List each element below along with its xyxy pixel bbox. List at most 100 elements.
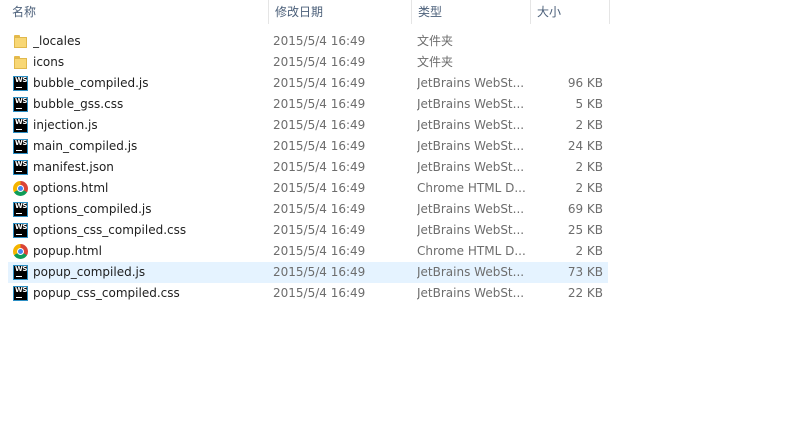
file-icon-cell [13, 31, 29, 52]
file-icon-cell: WS [13, 199, 29, 220]
column-header-size-label: 大小 [537, 5, 562, 19]
file-size: 73 KB [567, 265, 603, 279]
file-name: options_css_compiled.css [33, 223, 187, 237]
file-icon-cell: WS [13, 115, 29, 136]
column-header-date[interactable]: 修改日期 [268, 0, 411, 24]
file-date: 2015/5/4 16:49 [273, 244, 366, 258]
webstorm-icon: WS [13, 97, 28, 112]
webstorm-icon: WS [13, 223, 28, 238]
file-icon-cell: WS [13, 73, 29, 94]
file-row[interactable]: WS manifest.json 2015/5/4 16:49 JetBrains W… [8, 157, 608, 178]
file-date: 2015/5/4 16:49 [273, 97, 366, 111]
webstorm-icon: WS [13, 160, 28, 175]
webstorm-icon: WS [13, 118, 28, 133]
folder-icon [13, 55, 28, 70]
file-icon-cell [13, 52, 29, 73]
column-header-type[interactable]: 类型 [411, 0, 530, 24]
file-type: 文件夹 [417, 34, 454, 48]
file-row[interactable]: icons 2015/5/4 16:49 文件夹 [8, 52, 608, 73]
file-icon-cell: WS [13, 220, 29, 241]
webstorm-icon: WS [13, 286, 28, 301]
file-date: 2015/5/4 16:49 [273, 118, 366, 132]
file-size [533, 31, 603, 52]
file-date: 2015/5/4 16:49 [273, 286, 366, 300]
sort-ascending-icon: ^ [137, 0, 145, 5]
file-row[interactable]: WS bubble_compiled.js 2015/5/4 16:49 JetBra… [8, 73, 608, 94]
file-date: 2015/5/4 16:49 [273, 139, 366, 153]
column-header-size[interactable]: 大小 [530, 0, 610, 24]
file-size: 2 KB [575, 181, 603, 195]
file-date: 2015/5/4 16:49 [273, 265, 366, 279]
file-date: 2015/5/4 16:49 [273, 181, 366, 195]
file-row[interactable]: WS injection.js 2015/5/4 16:49 JetBrains We… [8, 115, 608, 136]
file-type: JetBrains WebSt... [417, 139, 525, 153]
file-name: manifest.json [33, 160, 114, 174]
file-list: _locales 2015/5/4 16:49 文件夹 icons 2015/5/4 1… [8, 31, 608, 304]
webstorm-icon: WS [13, 202, 28, 217]
file-size: 5 KB [575, 97, 603, 111]
folder-icon [13, 34, 28, 49]
file-row[interactable]: WS options_css_compiled.css 2015/5/4 16:49… [8, 220, 608, 241]
file-icon-cell: WS [13, 136, 29, 157]
file-icon-cell: WS [13, 94, 29, 115]
file-type: JetBrains WebSt... [417, 76, 525, 90]
file-type: JetBrains WebSt... [417, 265, 525, 279]
column-header-name[interactable]: 名称 ^ [6, 0, 268, 24]
file-name: popup_compiled.js [33, 265, 146, 279]
file-date: 2015/5/4 16:49 [273, 76, 366, 90]
file-type: JetBrains WebSt... [417, 223, 525, 237]
file-type: Chrome HTML D... [417, 181, 526, 195]
file-name: injection.js [33, 118, 98, 132]
file-name: icons [33, 55, 65, 69]
file-size: 24 KB [567, 139, 603, 153]
file-size: 2 KB [575, 244, 603, 258]
file-size: 69 KB [567, 202, 603, 216]
file-row[interactable]: WS popup_compiled.js 2015/5/4 16:49 JetBrai… [8, 262, 608, 283]
file-name: bubble_gss.css [33, 97, 124, 111]
file-row[interactable]: WS bubble_gss.css 2015/5/4 16:49 JetBrains … [8, 94, 608, 115]
file-icon-cell [13, 241, 29, 262]
file-type: 文件夹 [417, 55, 454, 69]
column-header-type-label: 类型 [418, 5, 443, 19]
file-name: main_compiled.js [33, 139, 138, 153]
file-size [533, 52, 603, 73]
file-date: 2015/5/4 16:49 [273, 202, 366, 216]
file-name: bubble_compiled.js [33, 76, 149, 90]
webstorm-icon: WS [13, 139, 28, 154]
file-row[interactable]: options.html 2015/5/4 16:49 Chrome HTML D.… [8, 178, 608, 199]
file-type: JetBrains WebSt... [417, 286, 525, 300]
file-row[interactable]: popup.html 2015/5/4 16:49 Chrome HTML D...… [8, 241, 608, 262]
webstorm-icon: WS [13, 76, 28, 91]
file-icon-cell [13, 178, 29, 199]
file-name: options_compiled.js [33, 202, 152, 216]
chrome-icon [13, 181, 28, 196]
file-size: 22 KB [567, 286, 603, 300]
file-type: JetBrains WebSt... [417, 118, 525, 132]
file-size: 2 KB [575, 118, 603, 132]
chrome-icon [13, 244, 28, 259]
file-type: JetBrains WebSt... [417, 97, 525, 111]
file-date: 2015/5/4 16:49 [273, 223, 366, 237]
file-type: Chrome HTML D... [417, 244, 526, 258]
file-icon-cell: WS [13, 262, 29, 283]
column-header-bar: 名称 ^ 修改日期 类型 大小 [0, 0, 612, 24]
file-size: 25 KB [567, 223, 603, 237]
column-header-date-label: 修改日期 [275, 5, 324, 19]
file-date: 2015/5/4 16:49 [273, 55, 366, 69]
file-name: popup.html [33, 244, 102, 258]
file-list-view: 名称 ^ 修改日期 类型 大小 _locales 2015/5/4 16:49 文件… [0, 0, 793, 427]
column-header-name-label: 名称 [12, 5, 37, 19]
file-size: 96 KB [567, 76, 603, 90]
file-name: popup_css_compiled.css [33, 286, 180, 300]
file-size: 2 KB [575, 160, 603, 174]
file-icon-cell: WS [13, 283, 29, 304]
file-row[interactable]: _locales 2015/5/4 16:49 文件夹 [8, 31, 608, 52]
file-date: 2015/5/4 16:49 [273, 34, 366, 48]
file-type: JetBrains WebSt... [417, 160, 525, 174]
file-type: JetBrains WebSt... [417, 202, 525, 216]
file-row[interactable]: WS options_compiled.js 2015/5/4 16:49 JetBr… [8, 199, 608, 220]
file-row[interactable]: WS main_compiled.js 2015/5/4 16:49 JetBrain… [8, 136, 608, 157]
file-row[interactable]: WS popup_css_compiled.css 2015/5/4 16:49 Je… [8, 283, 608, 304]
file-name: _locales [33, 34, 81, 48]
file-name: options.html [33, 181, 109, 195]
